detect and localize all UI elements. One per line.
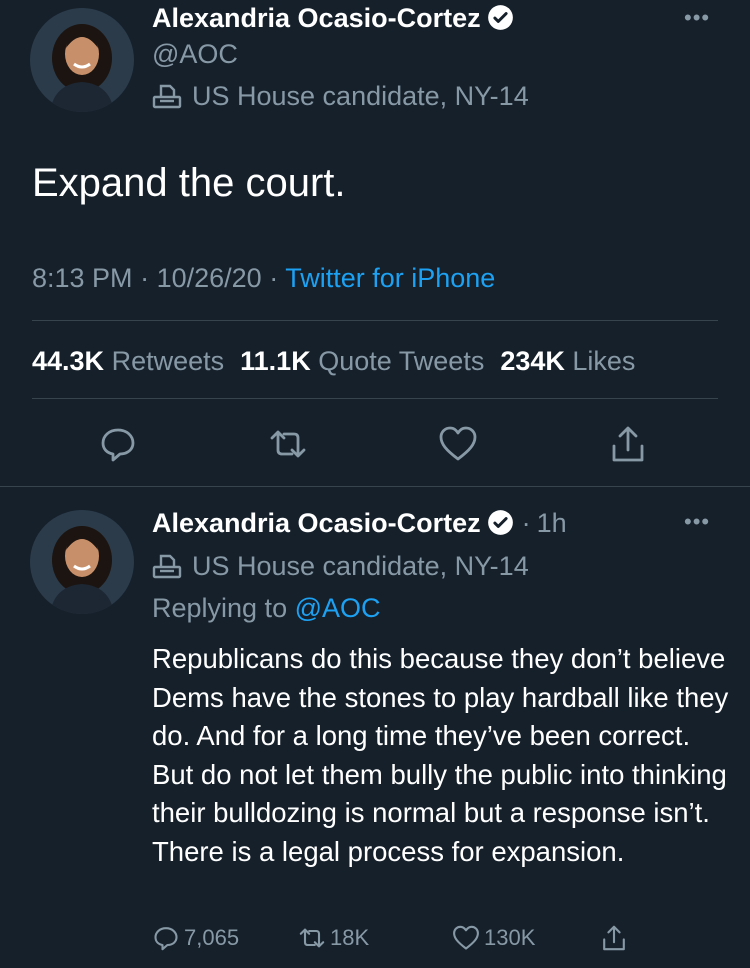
like-icon — [439, 426, 477, 461]
more-options-button[interactable]: ••• — [684, 5, 711, 30]
retweets-count: 44.3K — [32, 346, 105, 376]
tweet-time[interactable]: 8:13 PM — [32, 263, 133, 293]
retweet-icon — [299, 928, 325, 948]
likes-label: Likes — [572, 346, 636, 376]
quotes-stat[interactable]: 11.1K Quote Tweets — [240, 346, 500, 376]
retweet-button[interactable] — [268, 424, 308, 469]
time-ago[interactable]: 1h — [537, 508, 567, 538]
candidate-label: US House candidate, NY-14 — [152, 80, 529, 112]
share-button[interactable] — [608, 424, 648, 469]
reply-button[interactable] — [98, 424, 138, 469]
more-dots-icon: ••• — [684, 5, 711, 30]
quotes-count: 11.1K — [240, 346, 311, 376]
divider — [32, 320, 718, 321]
candidate-label-text: US House candidate, NY-14 — [192, 81, 529, 111]
replying-to-handle[interactable]: @AOC — [295, 593, 381, 623]
reply-button[interactable]: 7,065 — [152, 924, 239, 952]
tweet-text: Expand the court. — [32, 161, 346, 205]
reply-count: 7,065 — [184, 925, 240, 950]
retweet-button[interactable]: 18K — [298, 924, 369, 952]
like-icon — [453, 925, 479, 950]
author-name[interactable]: Alexandria Ocasio-Cortez — [152, 3, 481, 33]
avatar[interactable] — [30, 510, 134, 614]
share-icon — [612, 426, 644, 462]
meta-separator: · — [140, 263, 150, 293]
tweet-meta: 8:13 PM · 10/26/20 · Twitter for iPhone — [32, 262, 495, 294]
like-count: 130K — [484, 925, 536, 950]
author-handle[interactable]: @AOC — [152, 38, 238, 70]
replying-to: Replying to @AOC — [152, 592, 381, 624]
likes-count: 234K — [500, 346, 565, 376]
likes-stat[interactable]: 234K Likes — [500, 346, 635, 376]
more-dots-icon: ••• — [684, 509, 711, 534]
meta-separator: · — [269, 263, 279, 293]
like-button[interactable]: 130K — [452, 924, 535, 952]
reply-icon — [154, 927, 178, 951]
author-name-row[interactable]: Alexandria Ocasio-Cortez — [152, 2, 514, 34]
tweet-source[interactable]: Twitter for iPhone — [285, 263, 495, 293]
reply-text: Republicans do this because they don’t b… — [152, 643, 729, 867]
replying-to-prefix: Replying to — [152, 593, 288, 623]
engagement-stats: 44.3K Retweets 11.1K Quote Tweets 234K Lik… — [32, 345, 635, 377]
avatar[interactable] — [30, 8, 134, 112]
tweet-date[interactable]: 10/26/20 — [157, 263, 262, 293]
divider — [32, 398, 718, 399]
reply-author-row[interactable]: Alexandria Ocasio-Cortez · 1h — [152, 507, 567, 539]
share-icon — [603, 925, 625, 951]
reply-icon — [101, 428, 135, 462]
retweet-icon — [270, 430, 306, 458]
ballot-box-icon — [152, 554, 182, 579]
share-button[interactable] — [600, 924, 632, 952]
retweets-label: Retweets — [111, 346, 225, 376]
retweets-stat[interactable]: 44.3K Retweets — [32, 346, 240, 376]
quotes-label: Quote Tweets — [318, 346, 485, 376]
candidate-label: US House candidate, NY-14 — [152, 550, 529, 582]
verified-badge-icon — [487, 510, 513, 535]
author-name[interactable]: Alexandria Ocasio-Cortez — [152, 508, 481, 538]
time-separator: · — [521, 508, 531, 538]
verified-badge-icon — [487, 5, 513, 30]
retweet-count: 18K — [330, 925, 370, 950]
like-button[interactable] — [438, 424, 478, 469]
more-options-button[interactable]: ••• — [684, 509, 711, 534]
candidate-label-text: US House candidate, NY-14 — [192, 551, 529, 581]
divider — [0, 486, 750, 487]
ballot-box-icon — [152, 84, 182, 109]
